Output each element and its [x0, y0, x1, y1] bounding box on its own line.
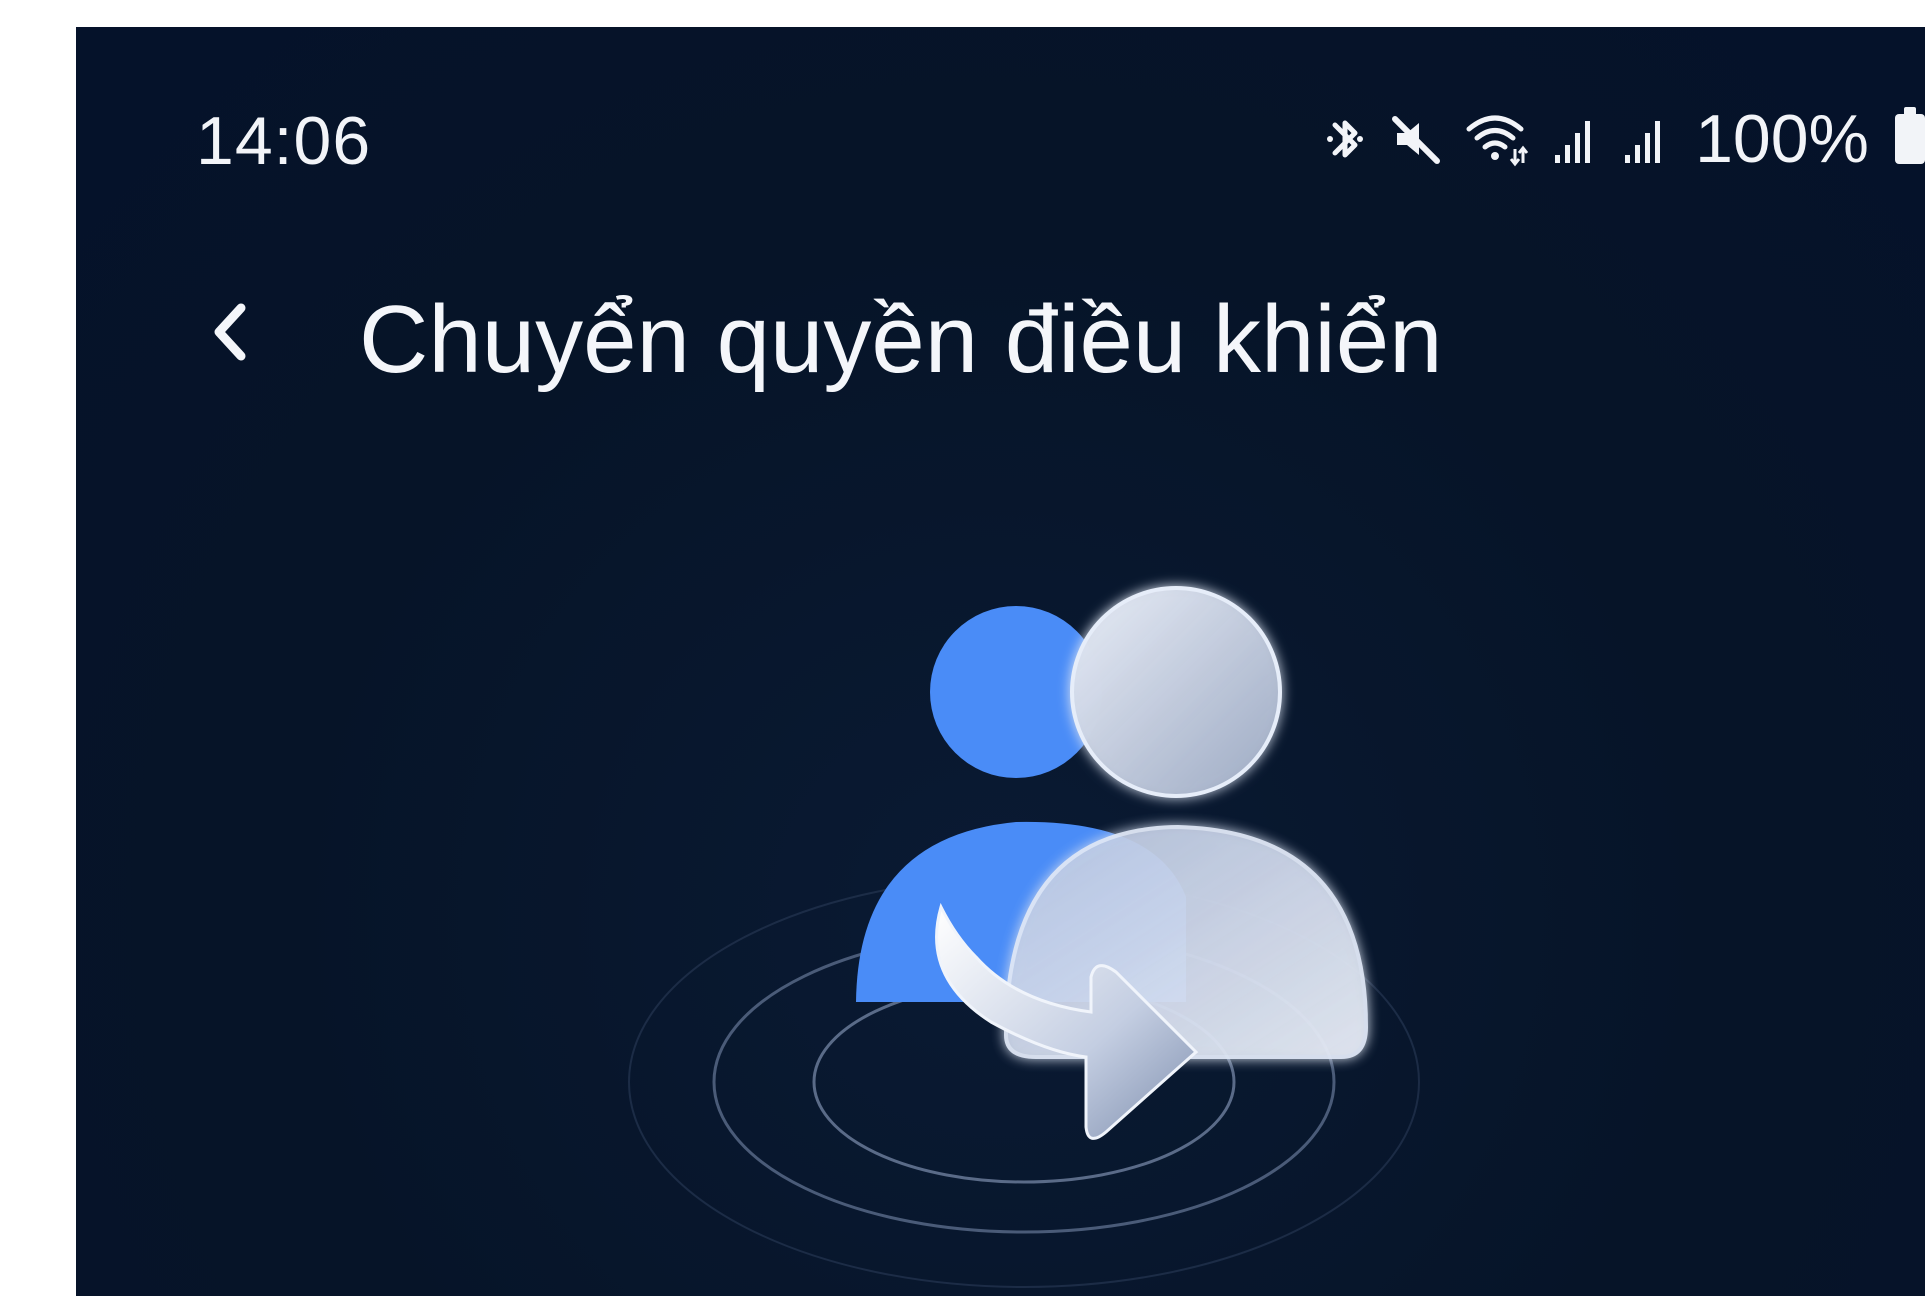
- battery-icon: [1895, 107, 1925, 164]
- status-icons: 100%: [1325, 99, 1925, 179]
- transfer-control-illustration: [596, 547, 1496, 1296]
- app-screen: 14:06 100% Chuyển quyền điều khiển: [76, 27, 1925, 1296]
- glass-user-head: [1070, 586, 1282, 798]
- chevron-left-icon: [214, 303, 246, 361]
- mute-icon: [1387, 111, 1443, 167]
- transfer-control-users-icon: [628, 586, 1420, 1288]
- status-bar: 14:06 100%: [76, 27, 1925, 197]
- back-button[interactable]: [176, 277, 286, 387]
- status-time: 14:06: [196, 103, 372, 179]
- battery-percentage: 100%: [1695, 101, 1869, 177]
- app-header: Chuyển quyền điều khiển: [76, 267, 1925, 397]
- signal-icon: [1551, 111, 1599, 167]
- signal-icon: [1621, 111, 1669, 167]
- page-title: Chuyển quyền điều khiển: [359, 286, 1443, 393]
- wifi-icon: [1465, 111, 1529, 167]
- bluetooth-icon: [1325, 111, 1365, 167]
